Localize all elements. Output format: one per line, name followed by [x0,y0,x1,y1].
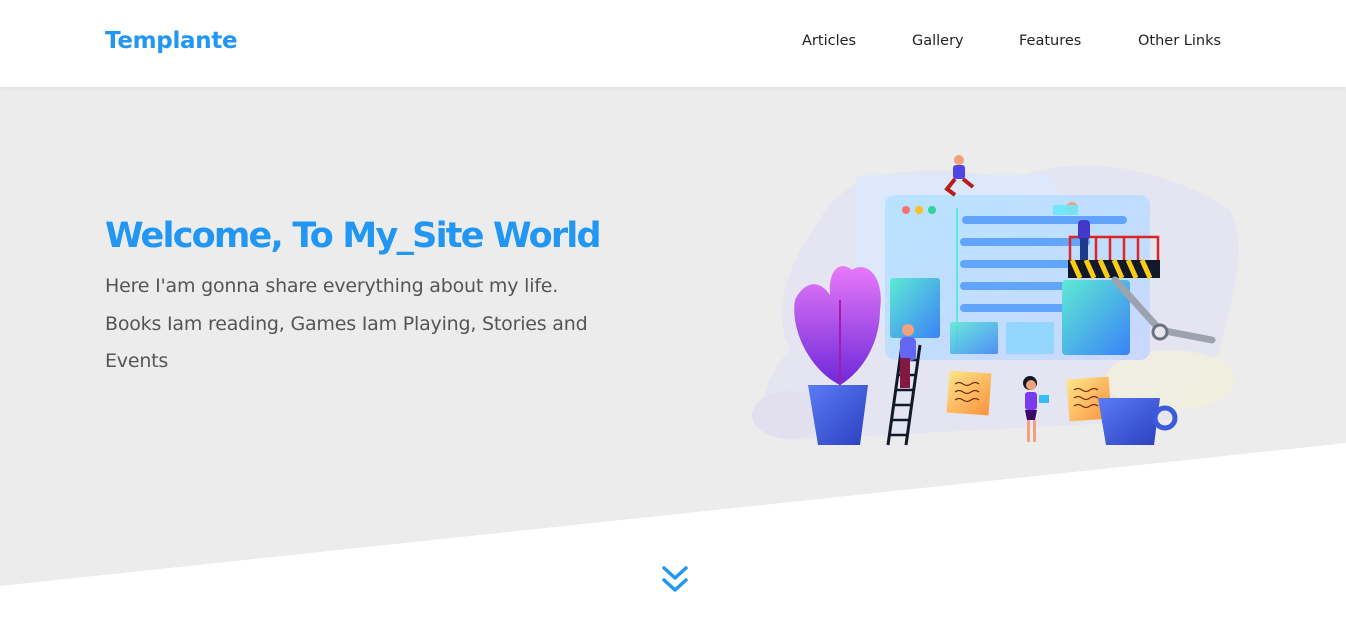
double-chevron-down-icon[interactable] [660,564,690,598]
web-builders-illustration [752,155,1239,446]
nav-item-gallery[interactable]: Gallery [912,33,964,49]
site-header: Templante Articles Gallery Features Othe… [0,0,1346,87]
hero-title: Welcome, To My_Site World [105,216,602,256]
nav-item-other-links[interactable]: Other Links [1138,33,1221,49]
main-nav: Articles Gallery Features Other Links [0,33,1346,55]
nav-item-articles[interactable]: Articles [802,33,856,49]
hero-description: Here I'am gonna share everything about m… [105,275,588,372]
nav-item-features[interactable]: Features [1019,33,1081,49]
